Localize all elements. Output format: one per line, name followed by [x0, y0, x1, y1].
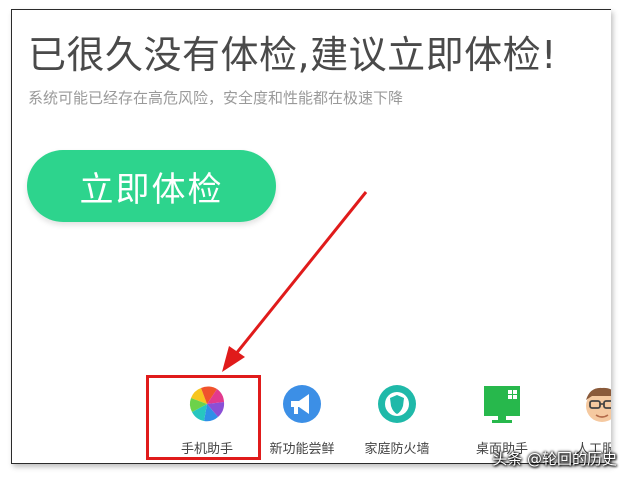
tool-label: 新功能尝鲜: [269, 442, 335, 457]
start-checkup-button[interactable]: 立即体检: [27, 150, 276, 222]
monitor-icon: [484, 386, 520, 423]
annotation-highlight-box: [146, 375, 261, 460]
tool-label: 家庭防火墙: [364, 442, 430, 457]
risk-warning-text: 系统可能已经存在高危风险，安全度和性能都在极速下降: [28, 89, 404, 107]
shield-icon: [378, 385, 416, 423]
page-headline: 已很久没有体检,建议立即体检!: [28, 33, 557, 77]
megaphone-icon: [283, 385, 321, 423]
app-window: 已很久没有体检,建议立即体检! 系统可能已经存在高危风险，安全度和性能都在极速下…: [11, 9, 611, 464]
support-agent-icon: [586, 387, 611, 422]
watermark: 头条 @轮回的历史: [492, 450, 617, 468]
